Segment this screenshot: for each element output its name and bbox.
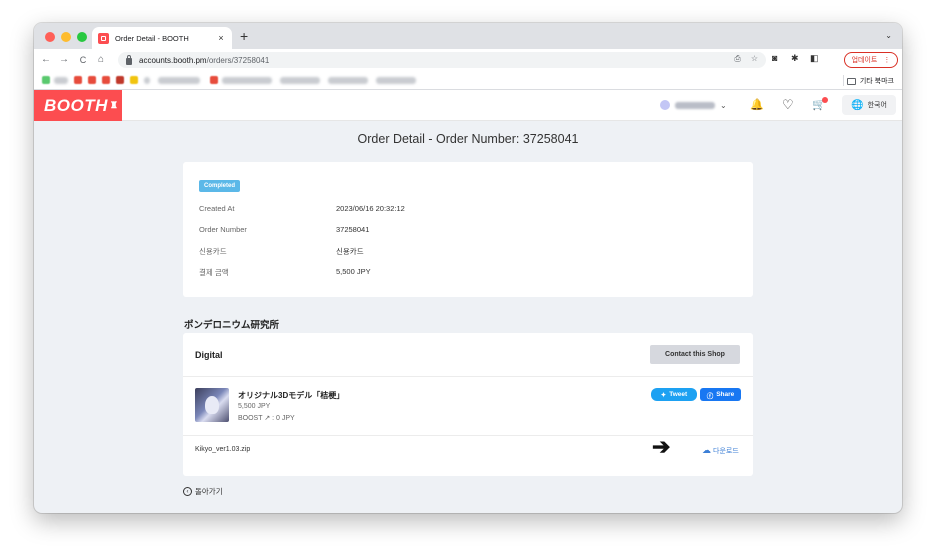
twitter-bird-icon: ✦ (660, 391, 667, 399)
shop-name-link[interactable]: ポンデロニウム研究所 (184, 317, 279, 331)
cloud-download-icon: ☁ (702, 445, 711, 455)
booth-favicon-icon (98, 32, 109, 44)
bookmarks-bar: 기타 북마크 (34, 71, 902, 90)
browser-toolbar: ← → C ⌂ accounts.booth.pm/orders/3725804… (34, 49, 902, 71)
status-badge: Completed (199, 180, 241, 192)
info-value-created-at: 2023/06/16 20:32:12 (336, 204, 405, 213)
info-label-order-number: Order Number (199, 225, 247, 234)
bookmark-item[interactable] (144, 77, 150, 84)
language-label: 한국어 (867, 102, 887, 109)
new-tab-button[interactable]: + (240, 29, 248, 43)
divider (183, 376, 753, 377)
folder-icon (846, 77, 856, 85)
contact-shop-button[interactable]: Contact this Shop (650, 345, 740, 364)
cart-notification-badge (822, 97, 828, 103)
home-icon[interactable]: ⌂ (95, 53, 107, 67)
info-label-created-at: Created At (199, 204, 235, 213)
tweet-button[interactable]: ✦ Tweet (651, 388, 697, 401)
facebook-share-button[interactable]: ⓕ Share (700, 388, 741, 401)
other-bookmarks-label: 기타 북마크 (859, 78, 894, 85)
facebook-icon: ⓕ (706, 392, 714, 400)
lock-icon[interactable] (126, 54, 132, 65)
site-header: BOOTH ♜ ⌄ 🔔 ♡ 🛒 🌐 한국어 (34, 90, 902, 121)
info-value-payment-amount: 5,500 JPY (336, 267, 371, 276)
update-label: 업데이트 (851, 57, 878, 64)
address-bar[interactable]: accounts.booth.pm/orders/37258041 ⎙ ☆ (118, 52, 766, 68)
language-button[interactable]: 🌐 한국어 (842, 95, 896, 115)
section-title: Digital (195, 350, 223, 360)
share-icon[interactable]: ⎙ (734, 54, 740, 64)
bookmark-icon[interactable] (116, 76, 124, 84)
tweet-label: Tweet (669, 391, 688, 398)
logo-text: BOOTH (44, 95, 108, 115)
avatar (660, 100, 670, 110)
chevron-down-icon: ⌄ (720, 100, 727, 110)
back-arrow-icon[interactable]: ← (40, 53, 52, 67)
update-button[interactable]: 업데이트 ⋮ (844, 52, 898, 68)
bookmark-item[interactable] (54, 77, 68, 84)
page-title: Order Detail - Order Number: 37258041 (357, 132, 579, 146)
back-label: 돌아가기 (195, 487, 223, 496)
user-name-blurred (675, 101, 715, 109)
menu-dots-icon: ⋮ (883, 57, 891, 64)
download-link[interactable]: ☁ 다운로드 (702, 445, 739, 456)
minimize-window-button[interactable] (61, 32, 71, 42)
browser-window: Order Detail - BOOTH × + ⌄ ← → C ⌂ accou… (34, 23, 902, 513)
bookmark-icon[interactable] (102, 76, 110, 84)
bookmark-item[interactable] (222, 77, 272, 84)
browser-tab[interactable]: Order Detail - BOOTH × (92, 27, 232, 49)
item-thumbnail[interactable] (195, 388, 229, 422)
bookmark-item[interactable] (328, 77, 368, 84)
globe-icon: 🌐 (851, 99, 864, 111)
item-price: 5,500 JPY (238, 403, 271, 410)
user-menu[interactable]: ⌄ (660, 100, 727, 110)
extensions-puzzle-icon[interactable]: ✱ (791, 53, 799, 64)
share-label: Share (716, 391, 735, 398)
order-items-card: Digital Contact this Shop オリジナル3Dモデル「桔梗」… (183, 333, 753, 476)
tab-search-icon[interactable]: ⌄ (885, 31, 892, 40)
item-title-link[interactable]: オリジナル3Dモデル「桔梗」 (238, 390, 344, 401)
bookmark-icon[interactable] (42, 76, 50, 84)
bookmark-icon[interactable] (74, 76, 82, 84)
maximize-window-button[interactable] (77, 32, 87, 42)
heart-icon[interactable]: ♡ (782, 98, 794, 112)
tab-strip: Order Detail - BOOTH × + ⌄ (34, 23, 902, 49)
bookmark-icon[interactable] (130, 76, 138, 84)
reload-icon[interactable]: C (77, 53, 89, 67)
info-value-payment-method: 신용카드 (336, 247, 364, 256)
file-name: Kikyo_ver1.03.zip (195, 446, 251, 453)
item-boost: BOOST ↗ : 0 JPY (238, 415, 295, 422)
back-circle-icon: ‹ (183, 487, 192, 496)
url-host: accounts.booth.pm (139, 55, 207, 65)
close-window-button[interactable] (45, 32, 55, 42)
bookmark-item[interactable] (376, 77, 416, 84)
bookmark-icon[interactable] (88, 76, 96, 84)
bookmark-star-icon[interactable]: ☆ (751, 54, 758, 64)
bookmark-item[interactable] (280, 77, 320, 84)
logo-mark-icon: ♜ (109, 100, 119, 110)
bookmark-separator (843, 75, 844, 86)
info-label-payment-amount: 결제 금액 (199, 268, 229, 277)
forward-arrow-icon[interactable]: → (58, 53, 70, 67)
info-value-order-number: 37258041 (336, 225, 370, 234)
url-path: /orders/37258041 (206, 55, 270, 65)
order-info-card: Completed Created At 2023/06/16 20:32:12… (183, 162, 753, 297)
info-label-payment-method: 신용카드 (199, 247, 227, 256)
back-link[interactable]: ‹ 돌아가기 (183, 486, 223, 497)
right-arrow-icon: ➔ (652, 434, 671, 459)
booth-logo[interactable]: BOOTH ♜ (34, 90, 122, 121)
bookmark-icon[interactable] (210, 76, 218, 84)
camera-extension-icon[interactable]: ◙ (772, 53, 777, 63)
tab-title: Order Detail - BOOTH (115, 33, 189, 43)
bell-icon[interactable]: 🔔 (750, 98, 764, 112)
download-label: 다운로드 (713, 447, 739, 455)
side-panel-icon[interactable]: ◧ (810, 53, 819, 64)
other-bookmarks[interactable]: 기타 북마크 (846, 76, 894, 86)
bookmark-item[interactable] (158, 77, 200, 84)
tab-close-icon[interactable]: × (216, 33, 226, 43)
